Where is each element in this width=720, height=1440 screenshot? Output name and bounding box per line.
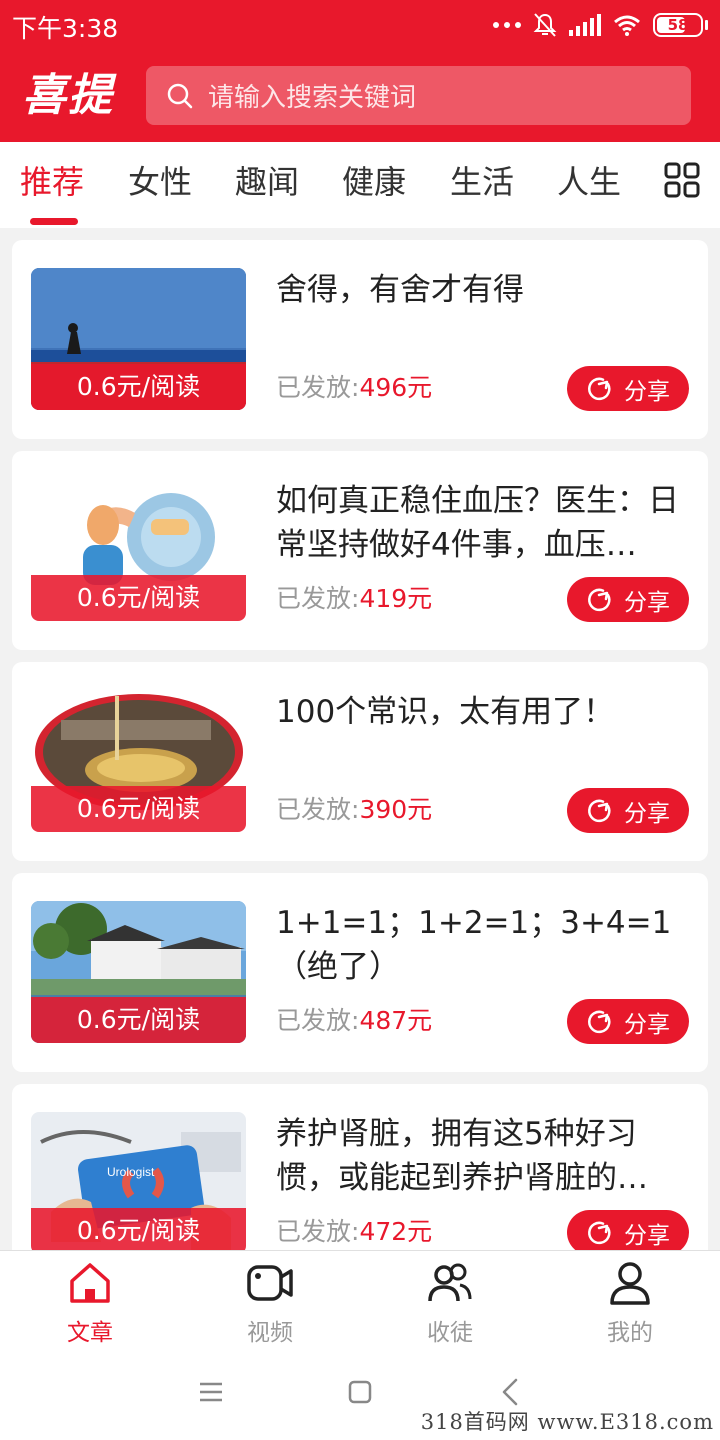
user-icon xyxy=(610,1262,650,1305)
users-icon xyxy=(428,1263,472,1302)
article-card[interactable]: 0.6元/阅读 100个常识，太有用了！ 已发放:390元 分享 xyxy=(12,662,708,861)
share-label: 分享 xyxy=(624,1011,670,1038)
paid-amount: 487元 xyxy=(359,1006,433,1035)
app-header: 下午3:38 58 喜提 请输入搜索关键词 xyxy=(0,0,720,142)
article-title: 如何真正稳住血压？医生：日常坚持做好4件事，血压… xyxy=(276,483,679,563)
paid-label: 已发放: xyxy=(276,1217,360,1246)
article-list: 0.6元/阅读 舍得，有舍才有得 已发放:496元 分享 0.6元/阅读 如何真… xyxy=(0,228,720,1250)
rate-label: 0.6元/阅读 xyxy=(31,364,246,410)
share-label: 分享 xyxy=(624,1222,670,1249)
share-icon xyxy=(588,588,611,611)
article-title: 舍得，有舍才有得 xyxy=(276,272,524,308)
status-icons: 58 xyxy=(493,12,708,38)
active-tab-indicator xyxy=(30,218,78,225)
paid-info: 已发放:487元 xyxy=(276,1001,432,1041)
article-thumbnail: Urologist 0.6元/阅读 xyxy=(31,1112,246,1250)
share-button[interactable]: 分享 xyxy=(567,999,689,1044)
nav-video[interactable]: 视频 xyxy=(200,1257,340,1346)
status-bar: 下午3:38 58 xyxy=(0,0,720,52)
category-tabs: 推荐 女性 趣闻 健康 生活 人生 xyxy=(0,142,720,228)
tab-fun[interactable]: 趣闻 xyxy=(235,160,299,204)
share-button[interactable]: 分享 xyxy=(567,577,689,622)
tab-recommend[interactable]: 推荐 xyxy=(20,160,84,204)
watermark: 318首码网 www.E318.com xyxy=(420,1410,714,1434)
nav-label: 我的 xyxy=(607,1320,653,1346)
rate-label: 0.6元/阅读 xyxy=(31,575,246,621)
share-icon xyxy=(588,377,611,400)
article-card[interactable]: Urologist 0.6元/阅读 养护肾脏，拥有这5种好习惯，或能起到养护肾脏… xyxy=(12,1084,708,1250)
paid-label: 已发放: xyxy=(276,373,360,402)
tab-lifetime[interactable]: 人生 xyxy=(557,160,621,204)
search-icon xyxy=(167,83,193,108)
share-label: 分享 xyxy=(624,589,670,616)
video-camera-icon xyxy=(247,1265,293,1301)
article-card[interactable]: 0.6元/阅读 1+1=1；1+2=1；3+4=1（绝了） 已发放:487元 分… xyxy=(12,873,708,1072)
nav-label: 收徒 xyxy=(427,1320,473,1346)
search-placeholder: 请输入搜索关键词 xyxy=(208,83,417,113)
tab-life[interactable]: 生活 xyxy=(450,160,514,204)
tab-health[interactable]: 健康 xyxy=(342,160,406,204)
paid-label: 已发放: xyxy=(276,795,360,824)
article-title: 1+1=1；1+2=1；3+4=1（绝了） xyxy=(276,905,672,985)
home-square-icon[interactable] xyxy=(348,1380,372,1404)
rate-label: 0.6元/阅读 xyxy=(31,786,246,832)
article-thumbnail: 0.6元/阅读 xyxy=(31,479,246,621)
paid-amount: 472元 xyxy=(359,1217,433,1246)
paid-amount: 419元 xyxy=(359,584,433,613)
battery-level: 58 xyxy=(667,16,689,34)
thumb-text: Urologist xyxy=(107,1165,155,1179)
app-logo: 喜提 xyxy=(22,70,114,121)
nav-mine[interactable]: 我的 xyxy=(560,1257,700,1346)
menu-icon[interactable] xyxy=(198,1381,224,1403)
nav-label: 文章 xyxy=(67,1320,113,1346)
share-icon xyxy=(588,1221,611,1244)
grid-icon[interactable] xyxy=(664,162,700,198)
paid-info: 已发放:390元 xyxy=(276,790,432,830)
search-input[interactable]: 请输入搜索关键词 xyxy=(146,66,691,125)
rate-label: 0.6元/阅读 xyxy=(31,997,246,1043)
paid-amount: 496元 xyxy=(359,373,433,402)
status-time: 下午3:38 xyxy=(12,14,119,43)
system-nav-bar: 318首码网 www.E318.com xyxy=(0,1344,720,1440)
bottom-nav: 文章 视频 收徒 我的 xyxy=(0,1250,720,1346)
article-thumbnail: 0.6元/阅读 xyxy=(31,690,246,832)
share-label: 分享 xyxy=(624,378,670,405)
paid-amount: 390元 xyxy=(359,795,433,824)
article-title: 100个常识，太有用了！ xyxy=(276,694,615,730)
share-icon xyxy=(588,1010,611,1033)
paid-label: 已发放: xyxy=(276,1006,360,1035)
mute-bell-icon xyxy=(533,13,557,37)
share-label: 分享 xyxy=(624,800,670,827)
more-dots-icon xyxy=(493,22,521,28)
paid-info: 已发放:419元 xyxy=(276,579,432,619)
paid-info: 已发放:472元 xyxy=(276,1212,432,1250)
share-button[interactable]: 分享 xyxy=(567,1210,689,1250)
back-icon[interactable] xyxy=(500,1378,520,1406)
nav-articles[interactable]: 文章 xyxy=(20,1257,160,1346)
article-title: 养护肾脏，拥有这5种好习惯，或能起到养护肾脏的… xyxy=(276,1116,648,1196)
share-button[interactable]: 分享 xyxy=(567,788,689,833)
nav-label: 视频 xyxy=(247,1320,293,1346)
article-thumbnail: 0.6元/阅读 xyxy=(31,268,246,410)
article-thumbnail: 0.6元/阅读 xyxy=(31,901,246,1043)
share-button[interactable]: 分享 xyxy=(567,366,689,411)
share-icon xyxy=(588,799,611,822)
article-card[interactable]: 0.6元/阅读 舍得，有舍才有得 已发放:496元 分享 xyxy=(12,240,708,439)
rate-label: 0.6元/阅读 xyxy=(31,1208,246,1250)
nav-apprentice[interactable]: 收徒 xyxy=(380,1257,520,1346)
home-icon xyxy=(70,1263,110,1303)
battery-icon: 58 xyxy=(653,13,703,37)
tab-women[interactable]: 女性 xyxy=(128,160,192,204)
paid-info: 已发放:496元 xyxy=(276,368,432,408)
article-card[interactable]: 0.6元/阅读 如何真正稳住血压？医生：日常坚持做好4件事，血压… 已发放:41… xyxy=(12,451,708,650)
wifi-icon xyxy=(614,15,640,36)
paid-label: 已发放: xyxy=(276,584,360,613)
signal-icon xyxy=(569,14,601,36)
